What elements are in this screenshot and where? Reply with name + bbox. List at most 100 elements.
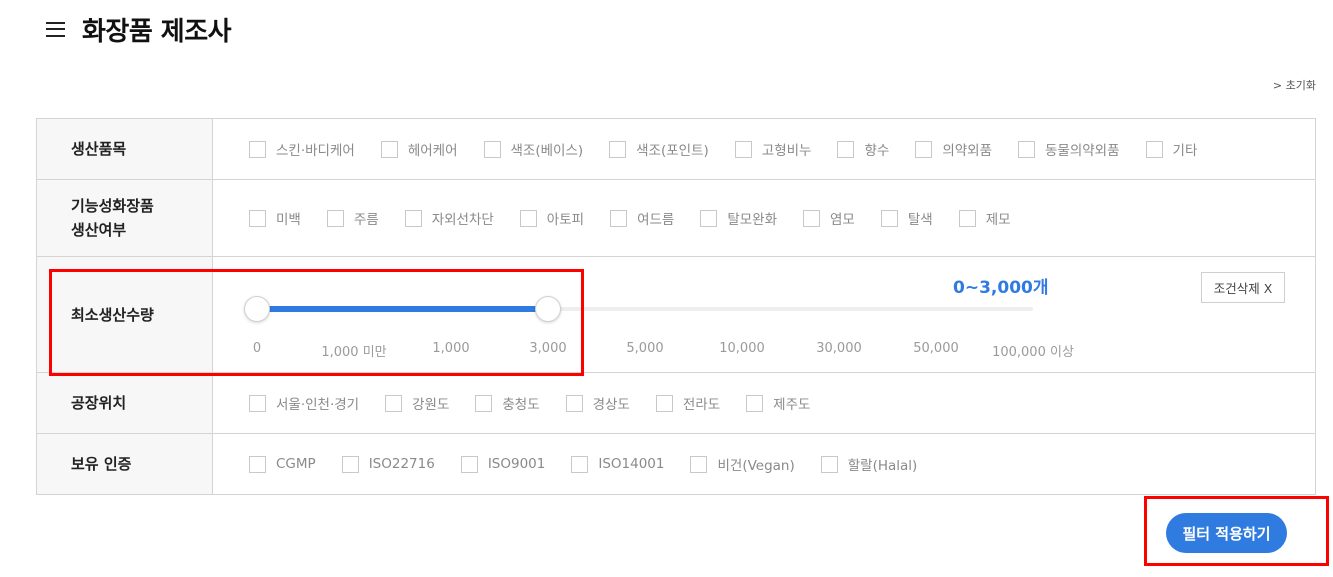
option-label: CGMP (276, 456, 316, 472)
checkbox[interactable] (404, 209, 422, 227)
checkbox[interactable] (837, 140, 855, 158)
checkbox[interactable] (880, 209, 898, 227)
hamburger-menu-icon[interactable] (46, 21, 65, 37)
checkbox[interactable] (249, 140, 266, 158)
row-label: 공장위치 (37, 373, 213, 433)
checkbox[interactable] (571, 455, 589, 473)
option-label: 전라도 (682, 397, 721, 413)
slider-max-handle[interactable] (535, 296, 561, 322)
filter-row-min-quantity: 최소생산수량 0~3,000개 조건삭제 X 0 1,000 미만 1,000 3,0… (37, 257, 1315, 373)
filter-option[interactable]: 전라도 (655, 393, 721, 413)
option-label: 할랄(Halal) (847, 458, 918, 474)
filter-option[interactable]: 충청도 (475, 393, 540, 413)
option-label: 여드름 (637, 212, 675, 228)
filter-option[interactable]: ISO22716 (341, 455, 435, 473)
filter-option[interactable]: 미백 (249, 208, 301, 228)
filter-option[interactable]: 비건(Vegan) (690, 454, 795, 474)
slider-tick-label: 3,000 (529, 341, 567, 356)
filter-option[interactable]: 향수 (837, 139, 889, 159)
filter-option[interactable]: 제주도 (746, 393, 810, 413)
option-list: CGMP ISO22716 ISO9001 ISO14001 비건(Vegan) 할랄(H… (213, 434, 1315, 494)
filter-table: 생산품목 스킨·바디케어 헤어케어 색조(베이스) 색조(포인트) 고형비누 향수 의약외품… (36, 118, 1316, 495)
checkbox[interactable] (1018, 140, 1035, 158)
page-title: 화장품 제조사 (82, 16, 232, 47)
option-list: 스킨·바디케어 헤어케어 색조(베이스) 색조(포인트) 고형비누 향수 의약외품 동물의약외… (213, 119, 1315, 179)
option-label: 제모 (985, 212, 1011, 228)
filter-option[interactable]: 의약외품 (915, 139, 992, 159)
checkbox[interactable] (483, 140, 501, 158)
checkbox[interactable] (690, 455, 708, 473)
checkbox[interactable] (385, 394, 403, 412)
filter-option[interactable]: 탈색 (880, 208, 933, 228)
checkbox[interactable] (734, 140, 752, 158)
filter-option[interactable]: 동물의약외품 (1018, 139, 1120, 159)
filter-option[interactable]: 색조(포인트) (609, 139, 709, 159)
filter-option[interactable]: 스킨·바디케어 (249, 139, 355, 159)
checkbox[interactable] (915, 140, 933, 158)
checkbox[interactable] (249, 455, 266, 473)
filter-option[interactable]: 경상도 (565, 393, 630, 413)
checkbox[interactable] (803, 209, 821, 227)
filter-option[interactable]: 제모 (958, 208, 1011, 228)
checkbox[interactable] (820, 455, 838, 473)
filter-option[interactable]: CGMP (249, 455, 316, 473)
checkbox[interactable] (655, 394, 673, 412)
option-label: 경상도 (592, 397, 630, 413)
filter-option[interactable]: 강원도 (385, 393, 449, 413)
row-label-line: 기능성화장품 (71, 197, 154, 215)
filter-option[interactable]: 할랄(Halal) (820, 454, 918, 474)
checkbox[interactable] (746, 394, 764, 412)
filter-option[interactable]: 헤어케어 (380, 139, 458, 159)
filter-row-certifications: 보유 인증 CGMP ISO22716 ISO9001 ISO14001 비건(Vega… (37, 434, 1315, 494)
filter-option[interactable]: 고형비누 (734, 139, 811, 159)
row-label: 최소생산수량 (37, 257, 213, 372)
checkbox[interactable] (519, 209, 537, 227)
option-label: 강원도 (412, 397, 450, 413)
filter-option[interactable]: 자외선차단 (404, 208, 494, 228)
checkbox[interactable] (610, 209, 628, 227)
option-label: ISO14001 (598, 456, 665, 472)
filter-option[interactable]: 서울·인천·경기 (249, 393, 359, 413)
option-label: 스킨·바디케어 (276, 143, 355, 159)
option-label: 아토피 (546, 212, 585, 228)
checkbox[interactable] (475, 394, 493, 412)
checkbox[interactable] (700, 209, 718, 227)
filter-row-factory-location: 공장위치 서울·인천·경기 강원도 충청도 경상도 전라도 제주도 (37, 373, 1315, 434)
clear-condition-button[interactable]: 조건삭제 X (1201, 272, 1285, 303)
option-label: 색조(포인트) (636, 143, 709, 159)
filter-option[interactable]: 색조(베이스) (483, 139, 584, 159)
option-label: 기타 (1172, 143, 1198, 159)
checkbox[interactable] (380, 140, 398, 158)
option-label: 주름 (353, 212, 379, 228)
option-label: 탈색 (907, 212, 933, 228)
apply-filter-button[interactable]: 필터 적용하기 (1166, 513, 1287, 553)
reset-link[interactable]: > 초기화 (1273, 77, 1316, 93)
slider-tick-label: 5,000 (626, 341, 664, 356)
option-label: 색조(베이스) (510, 143, 584, 159)
checkbox[interactable] (341, 455, 359, 473)
slider-fill (257, 306, 548, 312)
filter-option[interactable]: 여드름 (610, 208, 674, 228)
filter-option[interactable]: 아토피 (519, 208, 585, 228)
filter-option[interactable]: ISO14001 (571, 455, 665, 473)
filter-option[interactable]: 탈모완화 (700, 208, 777, 228)
checkbox[interactable] (460, 455, 478, 473)
checkbox[interactable] (565, 394, 583, 412)
checkbox[interactable] (958, 209, 976, 227)
filter-option[interactable]: ISO9001 (460, 455, 545, 473)
row-label: 생산품목 (37, 119, 213, 179)
range-value: 0~3,000개 (953, 278, 1049, 298)
checkbox[interactable] (249, 394, 266, 412)
checkbox[interactable] (1145, 140, 1163, 158)
option-label: 충청도 (502, 397, 540, 413)
filter-option[interactable]: 기타 (1145, 139, 1198, 159)
checkbox[interactable] (609, 140, 627, 158)
option-label: 제주도 (773, 397, 811, 413)
checkbox[interactable] (249, 209, 266, 227)
filter-option[interactable]: 주름 (326, 208, 379, 228)
filter-row-production-items: 생산품목 스킨·바디케어 헤어케어 색조(베이스) 색조(포인트) 고형비누 향수 의약외품… (37, 119, 1315, 180)
slider-min-handle[interactable] (244, 296, 270, 322)
checkbox[interactable] (326, 209, 344, 227)
filter-option[interactable]: 염모 (803, 208, 855, 228)
option-label: 동물의약외품 (1045, 143, 1120, 159)
